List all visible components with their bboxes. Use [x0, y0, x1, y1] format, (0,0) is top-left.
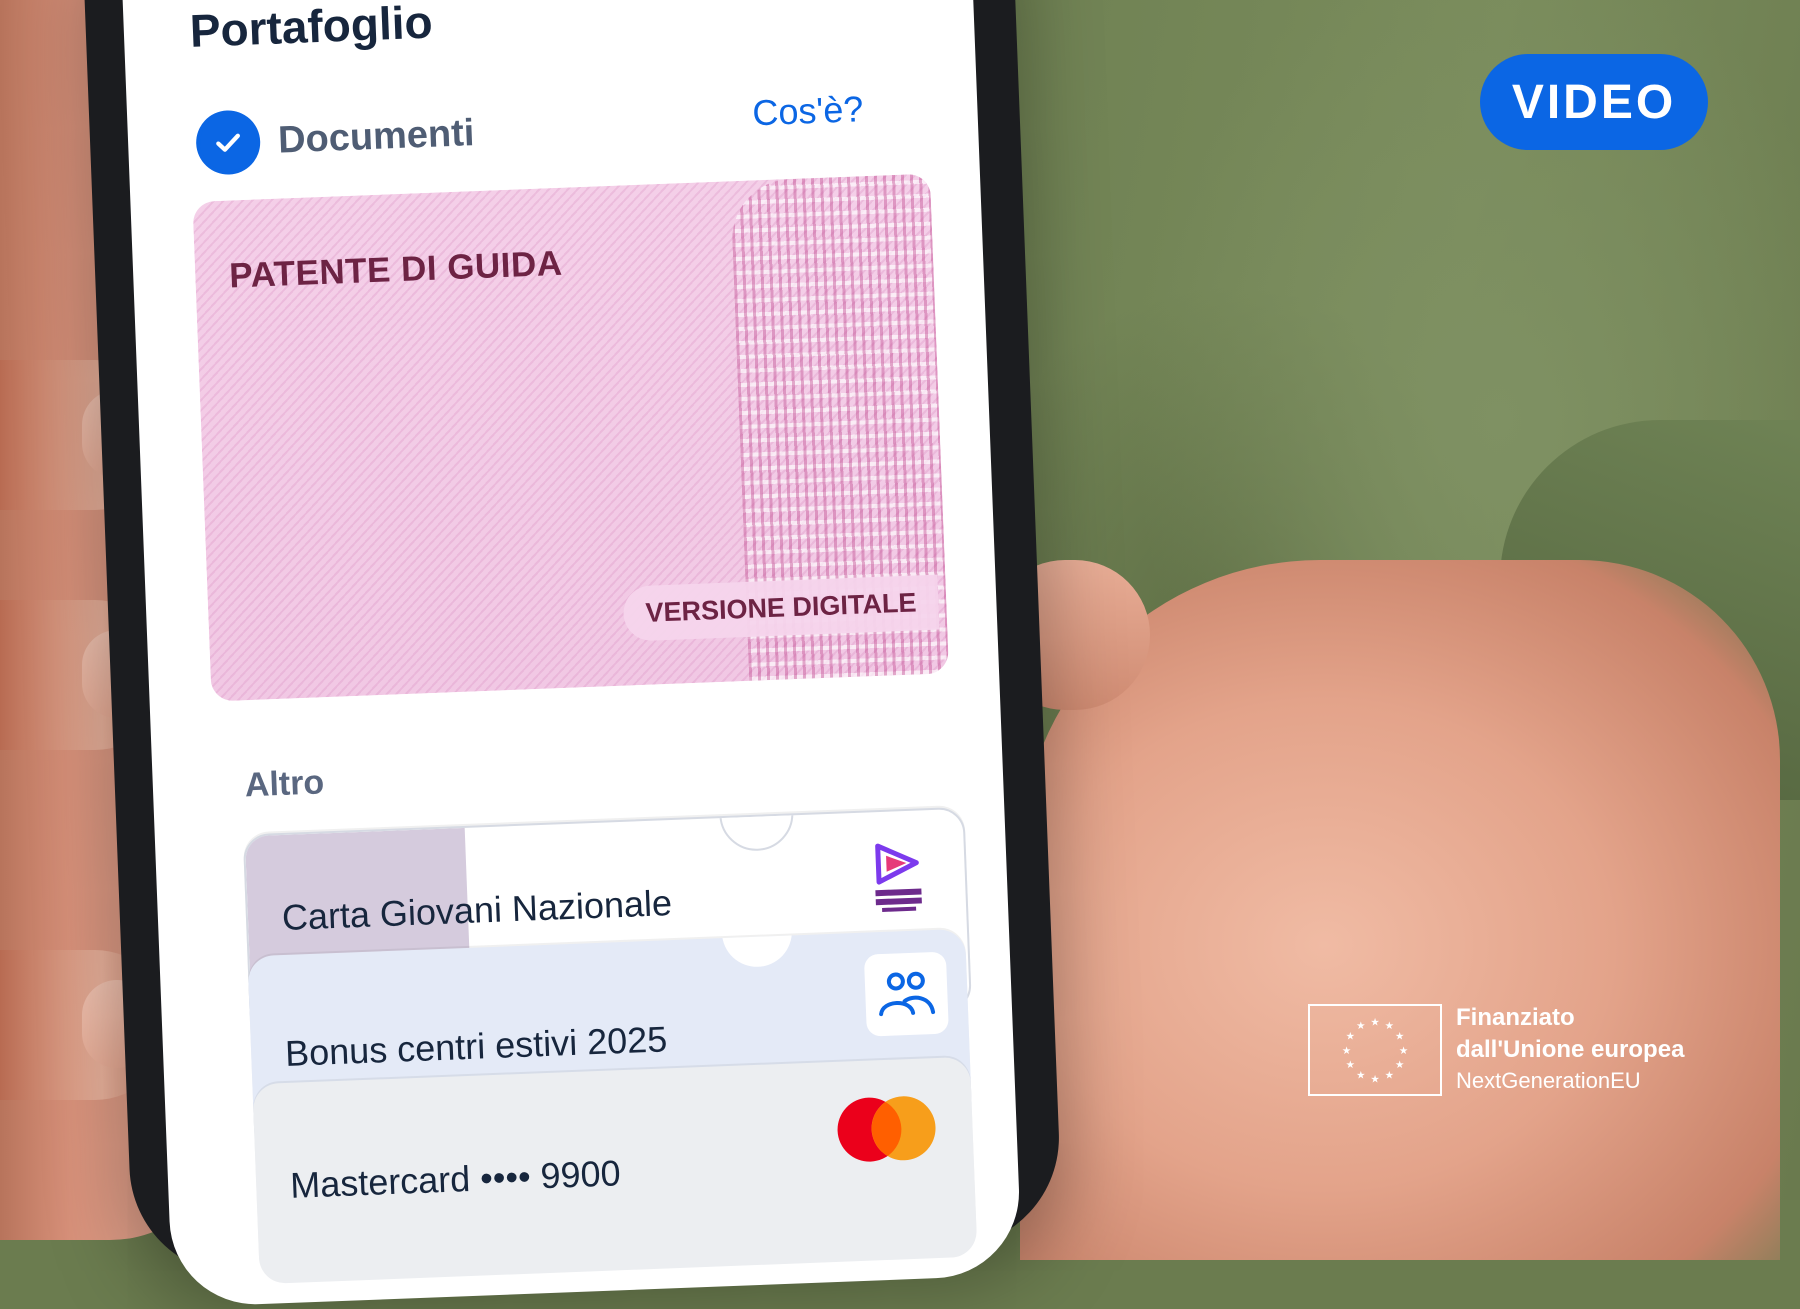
svg-text:★: ★ — [1385, 1070, 1394, 1082]
eu-funding-line-3: NextGenerationEU — [1456, 1068, 1684, 1094]
svg-text:★: ★ — [1356, 1020, 1365, 1032]
svg-text:★: ★ — [1370, 1073, 1379, 1085]
verified-check-icon — [199, 113, 257, 171]
eu-funding-line-1: Finanziato — [1456, 1004, 1684, 1032]
license-card-title: PATENTE DI GUIDA — [229, 244, 564, 297]
page-title: Portafoglio — [189, 0, 434, 58]
documents-section-title: Documenti — [277, 112, 475, 163]
people-icon — [864, 952, 949, 1037]
whats-this-link[interactable]: Cos'è? — [752, 88, 864, 134]
mastercard-card[interactable]: Mastercard •••• 9900 — [252, 1057, 977, 1284]
svg-text:★: ★ — [1399, 1045, 1408, 1057]
documents-section-header: Documenti — [199, 105, 475, 171]
svg-text:★: ★ — [1395, 1031, 1404, 1043]
video-badge[interactable]: VIDEO — [1480, 54, 1708, 150]
eu-funding-notice: ★★★ ★★★ ★★★ ★★★ Finanziato dall'Unione e… — [1308, 1004, 1684, 1096]
svg-text:★: ★ — [1385, 1020, 1394, 1032]
phone-screen: Portafoglio Documenti Cos'è? PATENTE DI … — [119, 0, 1022, 1307]
eu-funding-line-2: dall'Unione europea — [1456, 1036, 1684, 1064]
mastercard-logo-icon — [835, 1094, 937, 1164]
svg-text:★: ★ — [1370, 1016, 1379, 1028]
svg-text:★: ★ — [1342, 1045, 1351, 1057]
svg-text:★: ★ — [1356, 1070, 1365, 1082]
eu-stars-icon: ★★★ ★★★ ★★★ ★★★ — [1308, 1004, 1442, 1096]
phone: Portafoglio Documenti Cos'è? PATENTE DI … — [80, 0, 1063, 1279]
other-section-title: Altro — [244, 763, 325, 805]
bonus-card-label: Bonus centri estivi 2025 — [284, 1018, 668, 1075]
mastercard-label: Mastercard •••• 9900 — [289, 1152, 621, 1207]
svg-text:★: ★ — [1395, 1059, 1404, 1071]
svg-text:★: ★ — [1346, 1031, 1355, 1043]
card-notch — [718, 807, 795, 852]
carta-giovani-logo-icon — [870, 840, 927, 916]
driving-license-card[interactable]: PATENTE DI GUIDA VERSIONE DIGITALE — [192, 174, 949, 702]
svg-text:★: ★ — [1346, 1059, 1355, 1071]
